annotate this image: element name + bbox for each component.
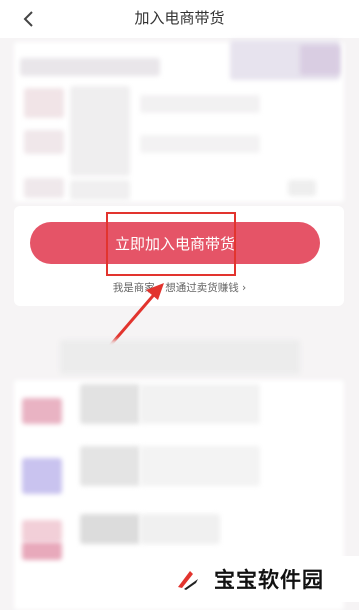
watermark: 宝宝软件园 xyxy=(160,556,359,602)
watermark-text: 宝宝软件园 xyxy=(214,568,324,592)
watermark-logo-icon xyxy=(169,560,207,598)
